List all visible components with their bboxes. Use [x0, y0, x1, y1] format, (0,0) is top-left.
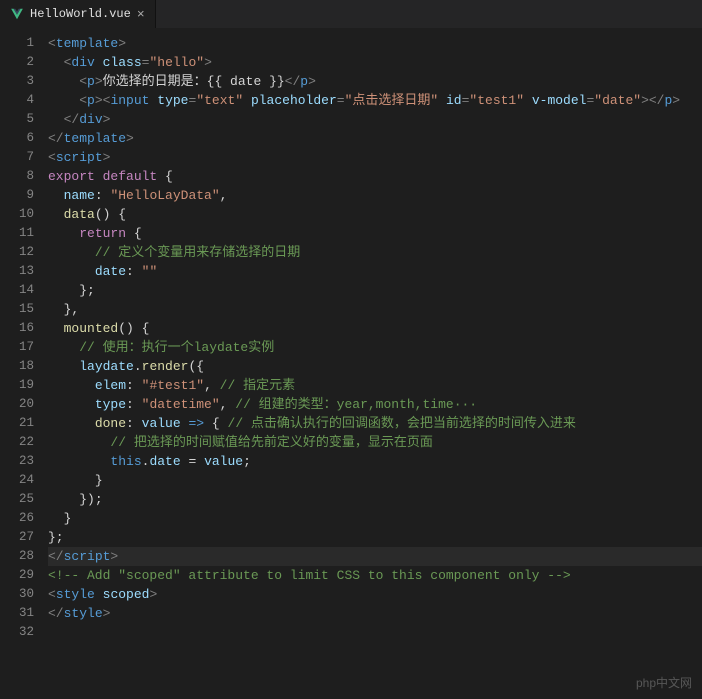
code-line[interactable]: <style scoped> [48, 585, 702, 604]
code-line[interactable]: type: "datetime", // 组建的类型：year,month,ti… [48, 395, 702, 414]
code-line[interactable]: }); [48, 490, 702, 509]
code-line[interactable]: </template> [48, 129, 702, 148]
code-line[interactable]: return { [48, 224, 702, 243]
vue-icon [10, 7, 24, 21]
line-number: 26 [0, 509, 48, 528]
line-number: 30 [0, 585, 48, 604]
code-line[interactable]: <template> [48, 34, 702, 53]
code-line[interactable]: // 把选择的时间赋值给先前定义好的变量，显示在页面 [48, 433, 702, 452]
watermark: php中文网 [636, 674, 692, 691]
code-line[interactable]: laydate.render({ [48, 357, 702, 376]
line-number: 4 [0, 91, 48, 110]
line-number-gutter: 1234567891011121314151617181920212223242… [0, 28, 48, 699]
line-number: 11 [0, 224, 48, 243]
line-number: 2 [0, 53, 48, 72]
line-number: 5 [0, 110, 48, 129]
code-line[interactable]: mounted() { [48, 319, 702, 338]
code-line[interactable]: } [48, 509, 702, 528]
tab-active[interactable]: HelloWorld.vue × [0, 0, 156, 28]
tab-filename: HelloWorld.vue [30, 7, 131, 21]
line-number: 16 [0, 319, 48, 338]
line-number: 15 [0, 300, 48, 319]
code-line[interactable]: </style> [48, 604, 702, 623]
code-line[interactable]: export default { [48, 167, 702, 186]
line-number: 28 [0, 547, 48, 566]
line-number: 31 [0, 604, 48, 623]
line-number: 27 [0, 528, 48, 547]
code-line[interactable]: // 定义个变量用来存储选择的日期 [48, 243, 702, 262]
code-line[interactable]: }, [48, 300, 702, 319]
code-line[interactable]: done: value => { // 点击确认执行的回调函数，会把当前选择的时… [48, 414, 702, 433]
line-number: 17 [0, 338, 48, 357]
line-number: 19 [0, 376, 48, 395]
close-icon[interactable]: × [137, 8, 145, 21]
code-line[interactable]: <!-- Add "scoped" attribute to limit CSS… [48, 566, 702, 585]
code-line[interactable]: <p><input type="text" placeholder="点击选择日… [48, 91, 702, 110]
code-line[interactable]: </div> [48, 110, 702, 129]
line-number: 18 [0, 357, 48, 376]
code-area[interactable]: <template> <div class="hello"> <p>你选择的日期… [48, 28, 702, 699]
line-number: 12 [0, 243, 48, 262]
code-line[interactable]: <div class="hello"> [48, 53, 702, 72]
line-number: 8 [0, 167, 48, 186]
line-number: 3 [0, 72, 48, 91]
line-number: 6 [0, 129, 48, 148]
code-line[interactable] [48, 623, 702, 642]
code-line[interactable]: <script> [48, 148, 702, 167]
code-line[interactable]: }; [48, 281, 702, 300]
line-number: 20 [0, 395, 48, 414]
code-line[interactable]: </script> [48, 547, 702, 566]
line-number: 14 [0, 281, 48, 300]
line-number: 13 [0, 262, 48, 281]
line-number: 22 [0, 433, 48, 452]
line-number: 21 [0, 414, 48, 433]
line-number: 7 [0, 148, 48, 167]
code-line[interactable]: date: "" [48, 262, 702, 281]
line-number: 29 [0, 566, 48, 585]
code-line[interactable]: } [48, 471, 702, 490]
line-number: 32 [0, 623, 48, 642]
code-line[interactable]: // 使用：执行一个laydate实例 [48, 338, 702, 357]
line-number: 24 [0, 471, 48, 490]
line-number: 9 [0, 186, 48, 205]
code-line[interactable]: }; [48, 528, 702, 547]
line-number: 23 [0, 452, 48, 471]
line-number: 1 [0, 34, 48, 53]
code-line[interactable]: <p>你选择的日期是：{{ date }}</p> [48, 72, 702, 91]
code-line[interactable]: data() { [48, 205, 702, 224]
tab-bar: HelloWorld.vue × [0, 0, 702, 28]
code-line[interactable]: elem: "#test1", // 指定元素 [48, 376, 702, 395]
line-number: 10 [0, 205, 48, 224]
code-editor[interactable]: 1234567891011121314151617181920212223242… [0, 28, 702, 699]
line-number: 25 [0, 490, 48, 509]
code-line[interactable]: name: "HelloLayData", [48, 186, 702, 205]
code-line[interactable]: this.date = value; [48, 452, 702, 471]
